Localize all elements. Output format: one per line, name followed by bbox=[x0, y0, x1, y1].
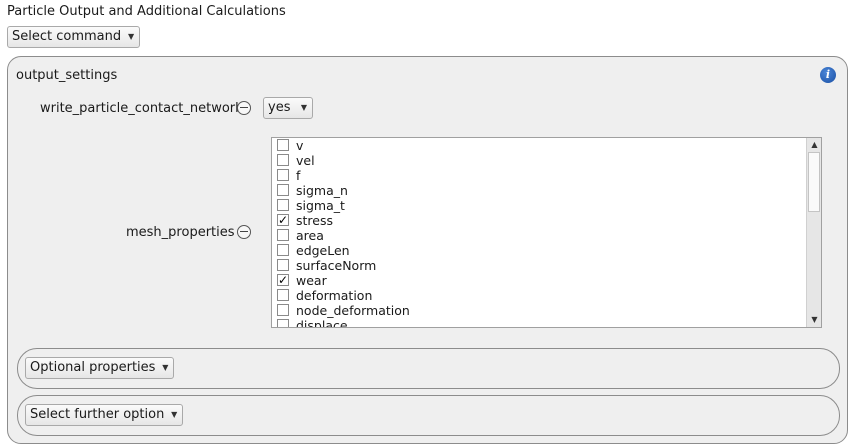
mesh-properties-items: v vel f sigma_n sigma_t ✓ stress area edgeLen sur… bbox=[272, 138, 805, 328]
mesh-properties-label: mesh_properties bbox=[126, 225, 235, 240]
chevron-down-icon: ▼ bbox=[300, 103, 307, 112]
list-item[interactable]: displace bbox=[272, 318, 805, 328]
mesh-properties-list[interactable]: v vel f sigma_n sigma_t ✓ stress area edgeLen sur… bbox=[271, 137, 822, 328]
list-item-label: node_deformation bbox=[296, 303, 410, 318]
list-item[interactable]: node_deformation bbox=[272, 303, 805, 318]
checkbox[interactable] bbox=[277, 169, 289, 181]
remove-write-particle-contact-network-icon[interactable] bbox=[237, 101, 251, 115]
checkbox[interactable] bbox=[277, 229, 289, 241]
checkbox[interactable] bbox=[277, 319, 289, 327]
list-item[interactable]: vel bbox=[272, 153, 805, 168]
select-command-label: Select command bbox=[12, 29, 122, 44]
checkbox[interactable]: ✓ bbox=[277, 274, 289, 286]
list-item[interactable]: surfaceNorm bbox=[272, 258, 805, 273]
checkbox[interactable] bbox=[277, 304, 289, 316]
scroll-up-arrow-icon[interactable]: ▲ bbox=[807, 138, 821, 152]
list-item-label: deformation bbox=[296, 288, 373, 303]
checkbox[interactable] bbox=[277, 184, 289, 196]
optional-properties-dropdown[interactable]: Optional properties ▼ bbox=[25, 357, 175, 379]
list-item-label: surfaceNorm bbox=[296, 258, 377, 273]
list-item[interactable]: sigma_n bbox=[272, 183, 805, 198]
list-item[interactable]: ✓ wear bbox=[272, 273, 805, 288]
checkbox[interactable] bbox=[277, 244, 289, 256]
chevron-down-icon: ▼ bbox=[127, 32, 135, 41]
checkbox[interactable] bbox=[277, 199, 289, 211]
write-particle-contact-network-value: yes bbox=[268, 100, 291, 115]
list-item-label: stress bbox=[296, 213, 333, 228]
list-item-label: sigma_n bbox=[296, 183, 348, 198]
page-title: Particle Output and Additional Calculati… bbox=[7, 4, 286, 19]
output-settings-title: output_settings bbox=[16, 68, 118, 83]
list-item-label: wear bbox=[296, 273, 327, 288]
list-item[interactable]: area bbox=[272, 228, 805, 243]
checkbox[interactable] bbox=[277, 289, 289, 301]
list-item[interactable]: edgeLen bbox=[272, 243, 805, 258]
chevron-down-icon: ▼ bbox=[162, 363, 169, 372]
list-item[interactable]: ✓ stress bbox=[272, 213, 805, 228]
checkbox[interactable] bbox=[277, 154, 289, 166]
checkbox[interactable]: ✓ bbox=[277, 214, 289, 226]
chevron-down-icon: ▼ bbox=[171, 410, 178, 419]
select-command-dropdown[interactable]: Select command ▼ bbox=[7, 26, 141, 48]
list-item-label: area bbox=[296, 228, 324, 243]
list-item[interactable]: sigma_t bbox=[272, 198, 805, 213]
list-item-label: sigma_t bbox=[296, 198, 345, 213]
scroll-down-arrow-icon[interactable]: ▼ bbox=[807, 313, 821, 327]
checkbox[interactable] bbox=[277, 259, 289, 271]
scrollbar-thumb[interactable] bbox=[808, 152, 820, 212]
select-further-option-dropdown[interactable]: Select further option ▼ bbox=[25, 404, 184, 426]
info-icon[interactable]: i bbox=[820, 67, 836, 83]
list-item-label: vel bbox=[296, 153, 315, 168]
list-item[interactable]: f bbox=[272, 168, 805, 183]
checkbox[interactable] bbox=[277, 139, 289, 151]
list-item-label: edgeLen bbox=[296, 243, 350, 258]
list-item[interactable]: v bbox=[272, 138, 805, 153]
list-item-label: displace bbox=[296, 318, 348, 328]
list-item-label: v bbox=[296, 138, 304, 153]
write-particle-contact-network-select[interactable]: yes ▼ bbox=[263, 97, 313, 119]
remove-mesh-properties-icon[interactable] bbox=[237, 225, 251, 239]
optional-properties-label: Optional properties bbox=[30, 360, 156, 375]
select-further-option-label: Select further option bbox=[30, 407, 165, 422]
list-item[interactable]: deformation bbox=[272, 288, 805, 303]
mesh-properties-scrollbar[interactable]: ▲ ▼ bbox=[806, 138, 821, 327]
list-item-label: f bbox=[296, 168, 301, 183]
write-particle-contact-network-label: write_particle_contact_network bbox=[40, 101, 243, 116]
